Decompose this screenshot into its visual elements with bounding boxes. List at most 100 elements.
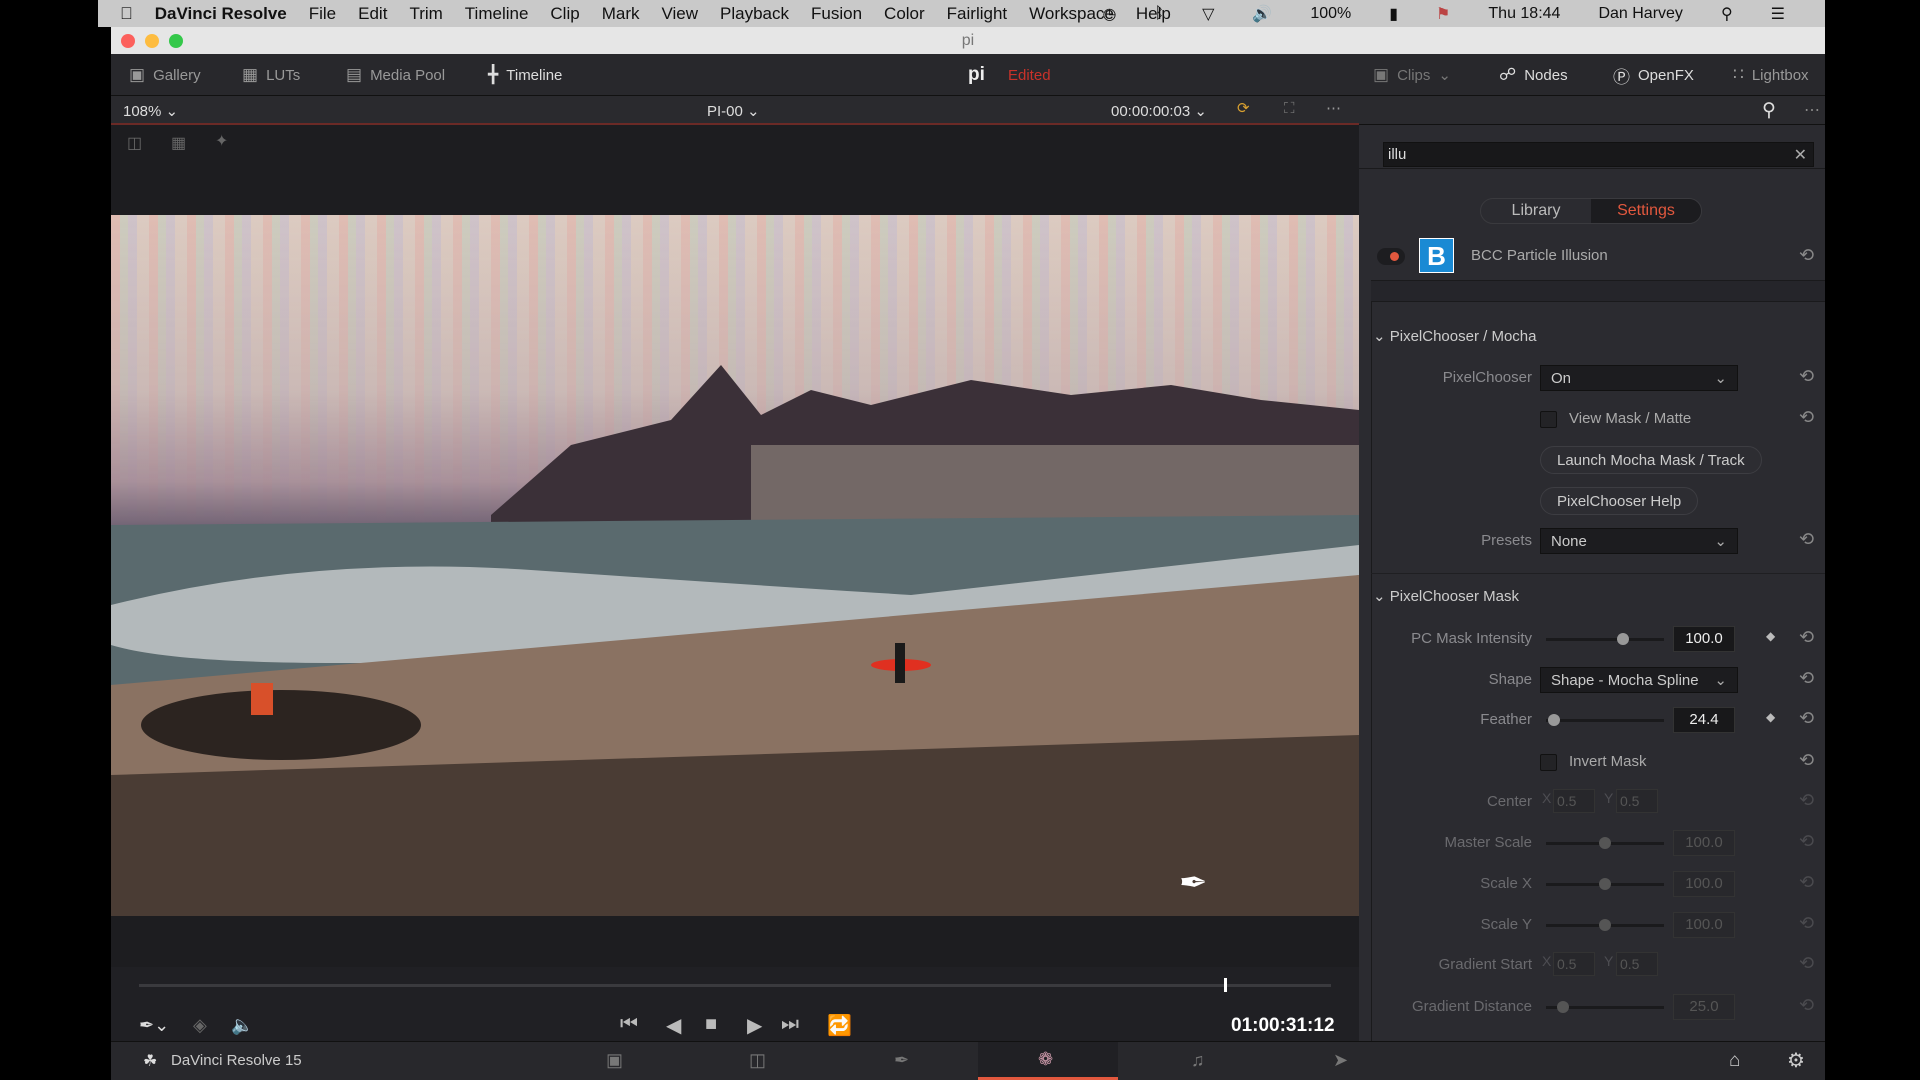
minimize-window-button[interactable] (145, 34, 159, 48)
bluetooth-icon[interactable]: ᛒ (1154, 5, 1164, 23)
section-pixelchooser-mask[interactable]: ⌄ PixelChooser Mask (1373, 587, 1519, 605)
openfx-button[interactable]: Ⓟ OpenFX (1613, 54, 1694, 96)
clip-name-dropdown[interactable]: PI-00 ⌄ (707, 102, 760, 120)
timecode-dropdown[interactable]: 00:00:00:03 ⌄ (1111, 102, 1207, 120)
slider-knob[interactable] (1599, 919, 1611, 931)
deliver-page-icon[interactable]: ➤ (1333, 1050, 1348, 1071)
zoom-window-button[interactable] (169, 34, 183, 48)
zoom-level-dropdown[interactable]: 108% ⌄ (123, 102, 178, 120)
pixelchooser-dropdown[interactable]: On ⌄ (1540, 365, 1738, 391)
color-page-tab[interactable]: ❁ (978, 1042, 1118, 1080)
media-page-icon[interactable]: ▣ (606, 1050, 623, 1071)
clear-search-icon[interactable]: ✕ (1794, 145, 1807, 165)
reset-icon[interactable]: ⟲ (1799, 708, 1814, 729)
reset-icon[interactable]: ⟲ (1799, 750, 1814, 771)
keyframe-icon[interactable]: ◆ (1766, 629, 1775, 643)
gradient-start-x-input[interactable]: 0.5 (1553, 952, 1595, 976)
shape-dropdown[interactable]: Shape - Mocha Spline ⌄ (1540, 667, 1738, 693)
menu-file[interactable]: File (309, 4, 336, 24)
gradient-distance-input[interactable]: 25.0 (1673, 994, 1735, 1020)
user-name[interactable]: Dan Harvey (1598, 5, 1682, 23)
color-wheel-icon[interactable]: ⟳ (1237, 99, 1250, 117)
fullscreen-icon[interactable]: ⛶ (1284, 100, 1295, 117)
menu-edit[interactable]: Edit (358, 4, 387, 24)
spotlight-icon[interactable]: ⚲ (1721, 4, 1733, 24)
menu-clip[interactable]: Clip (550, 4, 579, 24)
apple-icon[interactable]:  (120, 4, 133, 24)
gradient-distance-slider[interactable] (1546, 1001, 1664, 1013)
go-to-end-icon[interactable]: ⏭ (781, 1013, 799, 1036)
more-options-icon[interactable]: ⋯ (1326, 99, 1341, 117)
menu-timeline[interactable]: Timeline (465, 4, 529, 24)
go-to-start-icon[interactable]: ⏮ (620, 1013, 638, 1036)
menu-app[interactable]: DaVinci Resolve (155, 4, 287, 24)
master-scale-input[interactable]: 100.0 (1673, 830, 1735, 856)
gallery-button[interactable]: ▣ Gallery (129, 54, 201, 96)
section-pixelchooser-mocha[interactable]: ⌄ PixelChooser / Mocha (1373, 327, 1536, 345)
pc-mask-intensity-slider[interactable] (1546, 633, 1664, 645)
volume-icon[interactable]: 🔊 (1252, 4, 1272, 24)
reset-icon[interactable]: ⟲ (1799, 407, 1814, 428)
split-view-icon[interactable]: ◫ (127, 133, 142, 153)
tab-library[interactable]: Library (1481, 199, 1591, 223)
slider-knob[interactable] (1548, 714, 1561, 726)
notification-center-icon[interactable]: ☰ (1771, 4, 1785, 24)
slider-knob[interactable] (1599, 837, 1611, 849)
luts-button[interactable]: ▦ LUTs (242, 54, 300, 96)
presets-dropdown[interactable]: None ⌄ (1540, 528, 1738, 554)
reset-icon[interactable]: ⟲ (1799, 529, 1814, 550)
slider-knob[interactable] (1616, 633, 1629, 645)
feather-slider[interactable] (1546, 714, 1664, 726)
menu-color[interactable]: Color (884, 4, 925, 24)
reset-icon[interactable]: ⟲ (1799, 913, 1814, 934)
feather-input[interactable]: 24.4 (1673, 707, 1735, 733)
grid-icon[interactable]: ▦ (171, 133, 186, 153)
scale-y-slider[interactable] (1546, 919, 1664, 931)
openfx-search-input[interactable]: illu ✕ (1383, 142, 1814, 167)
play-icon[interactable]: ▶ (747, 1013, 762, 1038)
master-scale-slider[interactable] (1546, 837, 1664, 849)
menu-workspace[interactable]: Workspace (1029, 4, 1114, 24)
menu-playback[interactable]: Playback (720, 4, 789, 24)
eyedropper-icon[interactable]: ✒⌄ (139, 1015, 169, 1036)
pixelchooser-help-button[interactable]: PixelChooser Help (1540, 487, 1699, 515)
invert-mask-checkbox[interactable] (1540, 754, 1557, 771)
lightbox-button[interactable]: ∷ Lightbox (1733, 54, 1809, 96)
plugin-reset-icon[interactable]: ⟲ (1799, 245, 1814, 266)
wifi-icon[interactable]: ▽ (1202, 4, 1214, 24)
center-x-input[interactable]: 0.5 (1553, 789, 1595, 813)
stop-icon[interactable]: ■ (705, 1013, 717, 1036)
scale-y-input[interactable]: 100.0 (1673, 912, 1735, 938)
reset-icon[interactable]: ⟲ (1799, 831, 1814, 852)
playhead[interactable] (1223, 978, 1227, 992)
center-y-input[interactable]: 0.5 (1616, 789, 1658, 813)
slider-knob[interactable] (1556, 1001, 1569, 1013)
menu-view[interactable]: View (661, 4, 698, 24)
slider-knob[interactable] (1599, 878, 1611, 890)
scale-x-slider[interactable] (1546, 878, 1664, 890)
magic-wand-icon[interactable]: ✦ (215, 131, 228, 151)
menu-trim[interactable]: Trim (409, 4, 442, 24)
reset-icon[interactable]: ⟲ (1799, 668, 1814, 689)
battery-icon[interactable]: ▮ (1389, 4, 1398, 24)
keyframe-icon[interactable]: ◆ (1766, 710, 1775, 724)
reset-icon[interactable]: ⟲ (1799, 953, 1814, 974)
time-machine-icon[interactable]: ◷ (1103, 4, 1117, 24)
loop-icon[interactable]: 🔁 (827, 1013, 852, 1038)
battery-percent[interactable]: 100% (1310, 5, 1351, 23)
timeline-button[interactable]: ╋ Timeline (488, 54, 562, 96)
scale-x-input[interactable]: 100.0 (1673, 871, 1735, 897)
reverse-play-icon[interactable]: ◀ (666, 1013, 681, 1038)
flag-icon[interactable]: ⚑ (1436, 4, 1450, 24)
home-icon[interactable]: ⌂ (1729, 1050, 1740, 1072)
reset-icon[interactable]: ⟲ (1799, 627, 1814, 648)
scrubber-track[interactable] (139, 978, 1331, 992)
volume-icon[interactable]: 🔈 (231, 1015, 253, 1036)
search-icon[interactable]: ⚲ (1762, 99, 1776, 122)
close-window-button[interactable] (121, 34, 135, 48)
gear-icon[interactable]: ⚙ (1787, 1048, 1805, 1073)
panel-options-icon[interactable]: ⋯ (1804, 100, 1820, 120)
pc-mask-intensity-input[interactable]: 100.0 (1673, 626, 1735, 652)
reset-icon[interactable]: ⟲ (1799, 366, 1814, 387)
fairlight-page-icon[interactable]: ♫ (1191, 1050, 1205, 1071)
